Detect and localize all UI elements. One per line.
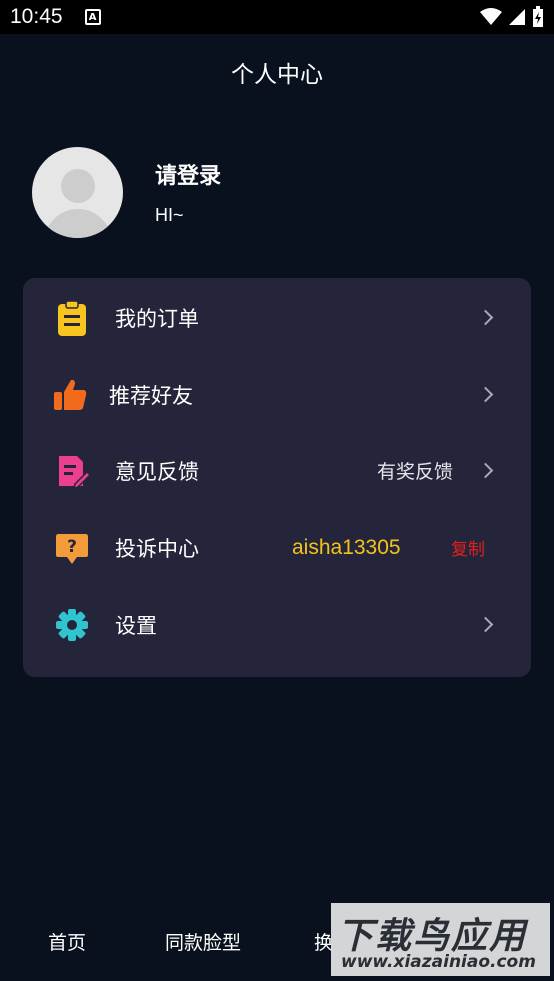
watermark: 下载鸟应用 www.xiazainiao.com [331,903,550,976]
menu-item-label: 推荐好友 [109,383,193,408]
tab-same-face-shape[interactable]: 同款脸型 [165,928,241,955]
chevron-right-icon [477,462,494,479]
login-link[interactable]: 请登录 [155,158,221,190]
greeting-text: HI~ [155,205,184,225]
menu-item-recommend[interactable]: 推荐好友 [23,356,531,433]
watermark-url: www.xiazainiao.com [341,952,536,972]
menu-item-settings[interactable]: 设置 [23,586,531,663]
reward-feedback-text: 有奖反馈 [376,461,453,483]
notification-icon: A [84,9,101,25]
chevron-right-icon [477,386,494,403]
menu-item-orders[interactable]: 我的订单 [23,279,531,356]
signal-icon [509,9,525,25]
avatar-body-shape [44,209,112,238]
menu-item-label: 我的订单 [115,306,199,331]
svg-text:?: ? [67,537,77,557]
status-time: 10:45 [10,5,63,28]
clipboard-icon [58,300,86,336]
battery-icon [533,6,543,27]
page-title: 个人中心 [231,62,323,88]
user-id-text: aisha13305 [292,535,401,559]
avatar-head-shape [61,169,95,203]
status-icons [480,6,544,28]
gear-icon [56,609,88,641]
feedback-edit-icon [59,456,91,490]
menu-item-complaints[interactable]: ? 投诉中心 aisha13305 复制 [23,509,531,586]
question-bubble-icon: ? [56,534,88,564]
menu-item-label: 设置 [115,613,157,638]
status-bar: 10:45 A [0,0,554,34]
tab-home[interactable]: 首页 [48,928,86,955]
chevron-right-icon [477,616,494,633]
menu-item-label: 意见反馈 [115,459,199,484]
copy-button[interactable]: 复制 [451,535,485,560]
thumbs-up-icon [54,379,87,410]
wifi-icon [480,8,502,25]
avatar[interactable] [32,147,123,238]
menu-item-label: 投诉中心 [115,536,199,561]
menu-item-feedback[interactable]: 意见反馈 有奖反馈 [23,432,531,509]
menu-card: 我的订单 推荐好友 意见反馈 有奖反馈 ? 投诉中心 aisha13305 复制 [23,278,531,677]
chevron-right-icon [477,309,494,326]
